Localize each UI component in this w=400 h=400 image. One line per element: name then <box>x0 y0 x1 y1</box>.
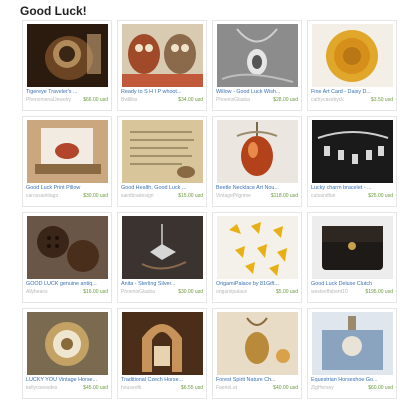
product-title[interactable]: Anita - Sterling Silver... <box>121 281 205 287</box>
product-card[interactable]: Beetle Necklace Art Nou... VintagePilgri… <box>212 116 302 207</box>
shop-name[interactable]: cutsandfun <box>311 193 363 199</box>
product-card[interactable]: OrigamiPalace by 81Gift... origamipalace… <box>212 212 302 303</box>
product-price: $28.00 usd <box>273 97 298 103</box>
product-title[interactable]: Good Luck Print Pillow <box>26 185 110 191</box>
product-card[interactable]: Forest Spirit Nature Ch... FaerieLet $40… <box>212 308 302 399</box>
product-card[interactable]: Willow - Good Luck Wish... PhoenixGlasba… <box>212 20 302 111</box>
product-card[interactable]: Good Health, Good Luck ... saintbradesig… <box>117 116 207 207</box>
shop-name[interactable]: saintbradesign <box>121 193 173 199</box>
product-thumbnail[interactable] <box>122 216 203 279</box>
product-thumbnail[interactable] <box>312 312 393 375</box>
shop-name[interactable]: origamipalace <box>216 289 268 295</box>
product-price: $60.00 usd <box>368 385 393 391</box>
product-card[interactable]: Fine Art Card - Daisy D... cathycasebyck… <box>307 20 397 111</box>
shop-name[interactable]: Ailybeans <box>26 289 78 295</box>
product-thumbnail[interactable] <box>217 312 298 375</box>
product-card[interactable]: LUCKY YOU Vintage Horse... kellycoeesdes… <box>22 308 112 399</box>
product-card[interactable]: Equestrian Horseshoe Go... ZigHorsey $60… <box>307 308 397 399</box>
product-price: $5.00 usd <box>276 289 298 295</box>
product-title[interactable]: Ready to S H I P whoot... <box>121 89 205 95</box>
product-card[interactable]: Traditional Czech Horse... houseofk $6.5… <box>117 308 207 399</box>
product-title[interactable]: Good Health, Good Luck ... <box>121 185 205 191</box>
product-card[interactable]: Good Luck Deluxe Clutch westeeffabent10 … <box>307 212 397 303</box>
product-thumbnail[interactable] <box>312 120 393 183</box>
product-thumbnail[interactable] <box>217 24 298 87</box>
product-thumbnail[interactable] <box>27 120 108 183</box>
product-title[interactable]: Good Luck Deluxe Clutch <box>311 281 395 287</box>
product-price: $3.50 usd <box>371 97 393 103</box>
product-price: $195.00 usd <box>365 289 393 295</box>
shop-name[interactable]: PhoenixGlasba <box>216 97 268 103</box>
product-price: $45.00 usd <box>83 385 108 391</box>
product-price: $15.00 usd <box>178 193 203 199</box>
product-title[interactable]: Lucky charm bracelet - ... <box>311 185 395 191</box>
product-card[interactable]: Good Luck Print Pillow carossaintiago $3… <box>22 116 112 207</box>
product-title[interactable]: LUCKY YOU Vintage Horse... <box>26 377 110 383</box>
product-title[interactable]: GOOD LUCK genuine antiq... <box>26 281 110 287</box>
product-card[interactable]: Ready to S H I P whoot... Bwilliks $34.0… <box>117 20 207 111</box>
product-price: $118.00 usd <box>270 193 298 199</box>
product-thumbnail[interactable] <box>122 312 203 375</box>
product-title[interactable]: Fine Art Card - Daisy D... <box>311 89 395 95</box>
product-thumbnail[interactable] <box>217 120 298 183</box>
product-thumbnail[interactable] <box>217 216 298 279</box>
page-title: Good Luck! <box>20 4 87 18</box>
product-card[interactable]: GOOD LUCK genuine antiq... Ailybeans $16… <box>22 212 112 303</box>
product-thumbnail[interactable] <box>312 216 393 279</box>
shop-name[interactable]: Bwilliks <box>121 97 173 103</box>
product-price: $6.55 usd <box>181 385 203 391</box>
shop-name[interactable]: cathycasebyck <box>311 97 363 103</box>
product-price: $25.00 usd <box>368 193 393 199</box>
shop-name[interactable]: westeeffabent10 <box>311 289 363 295</box>
shop-name[interactable]: PhenomenalJewelry <box>26 97 78 103</box>
product-title[interactable]: OrigamiPalace by 81Gift... <box>216 281 300 287</box>
product-title[interactable]: Willow - Good Luck Wish... <box>216 89 300 95</box>
product-thumbnail[interactable] <box>122 120 203 183</box>
product-price: $66.00 usd <box>83 97 108 103</box>
product-price: $34.00 usd <box>178 97 203 103</box>
product-title[interactable]: Traditional Czech Horse... <box>121 377 205 383</box>
shop-name[interactable]: ZigHorsey <box>311 385 363 391</box>
product-thumbnail[interactable] <box>27 216 108 279</box>
product-card[interactable]: Lucky charm bracelet - ... cutsandfun $2… <box>307 116 397 207</box>
product-title[interactable]: Tigereye Traveler's ... <box>26 89 110 95</box>
shop-name[interactable]: carossaintiago <box>26 193 78 199</box>
product-price: $40.00 usd <box>273 385 298 391</box>
product-thumbnail[interactable] <box>122 24 203 87</box>
product-price: $16.00 usd <box>83 289 108 295</box>
product-card[interactable]: Anita - Sterling Silver... PhoenixGlasba… <box>117 212 207 303</box>
product-title[interactable]: Forest Spirit Nature Ch... <box>216 377 300 383</box>
shop-name[interactable]: PhoenixGlasba <box>121 289 173 295</box>
product-title[interactable]: Equestrian Horseshoe Go... <box>311 377 395 383</box>
shop-name[interactable]: kellycoeesdes <box>26 385 78 391</box>
shop-name[interactable]: houseofk <box>121 385 173 391</box>
product-price: $30.00 usd <box>83 193 108 199</box>
shop-name[interactable]: VintagePilgrime <box>216 193 268 199</box>
product-title[interactable]: Beetle Necklace Art Nou... <box>216 185 300 191</box>
product-thumbnail[interactable] <box>312 24 393 87</box>
product-price: $30.00 usd <box>178 289 203 295</box>
product-card[interactable]: Tigereye Traveler's ... PhenomenalJewelr… <box>22 20 112 111</box>
product-thumbnail[interactable] <box>27 312 108 375</box>
product-thumbnail[interactable] <box>27 24 108 87</box>
shop-name[interactable]: FaerieLet <box>216 385 268 391</box>
